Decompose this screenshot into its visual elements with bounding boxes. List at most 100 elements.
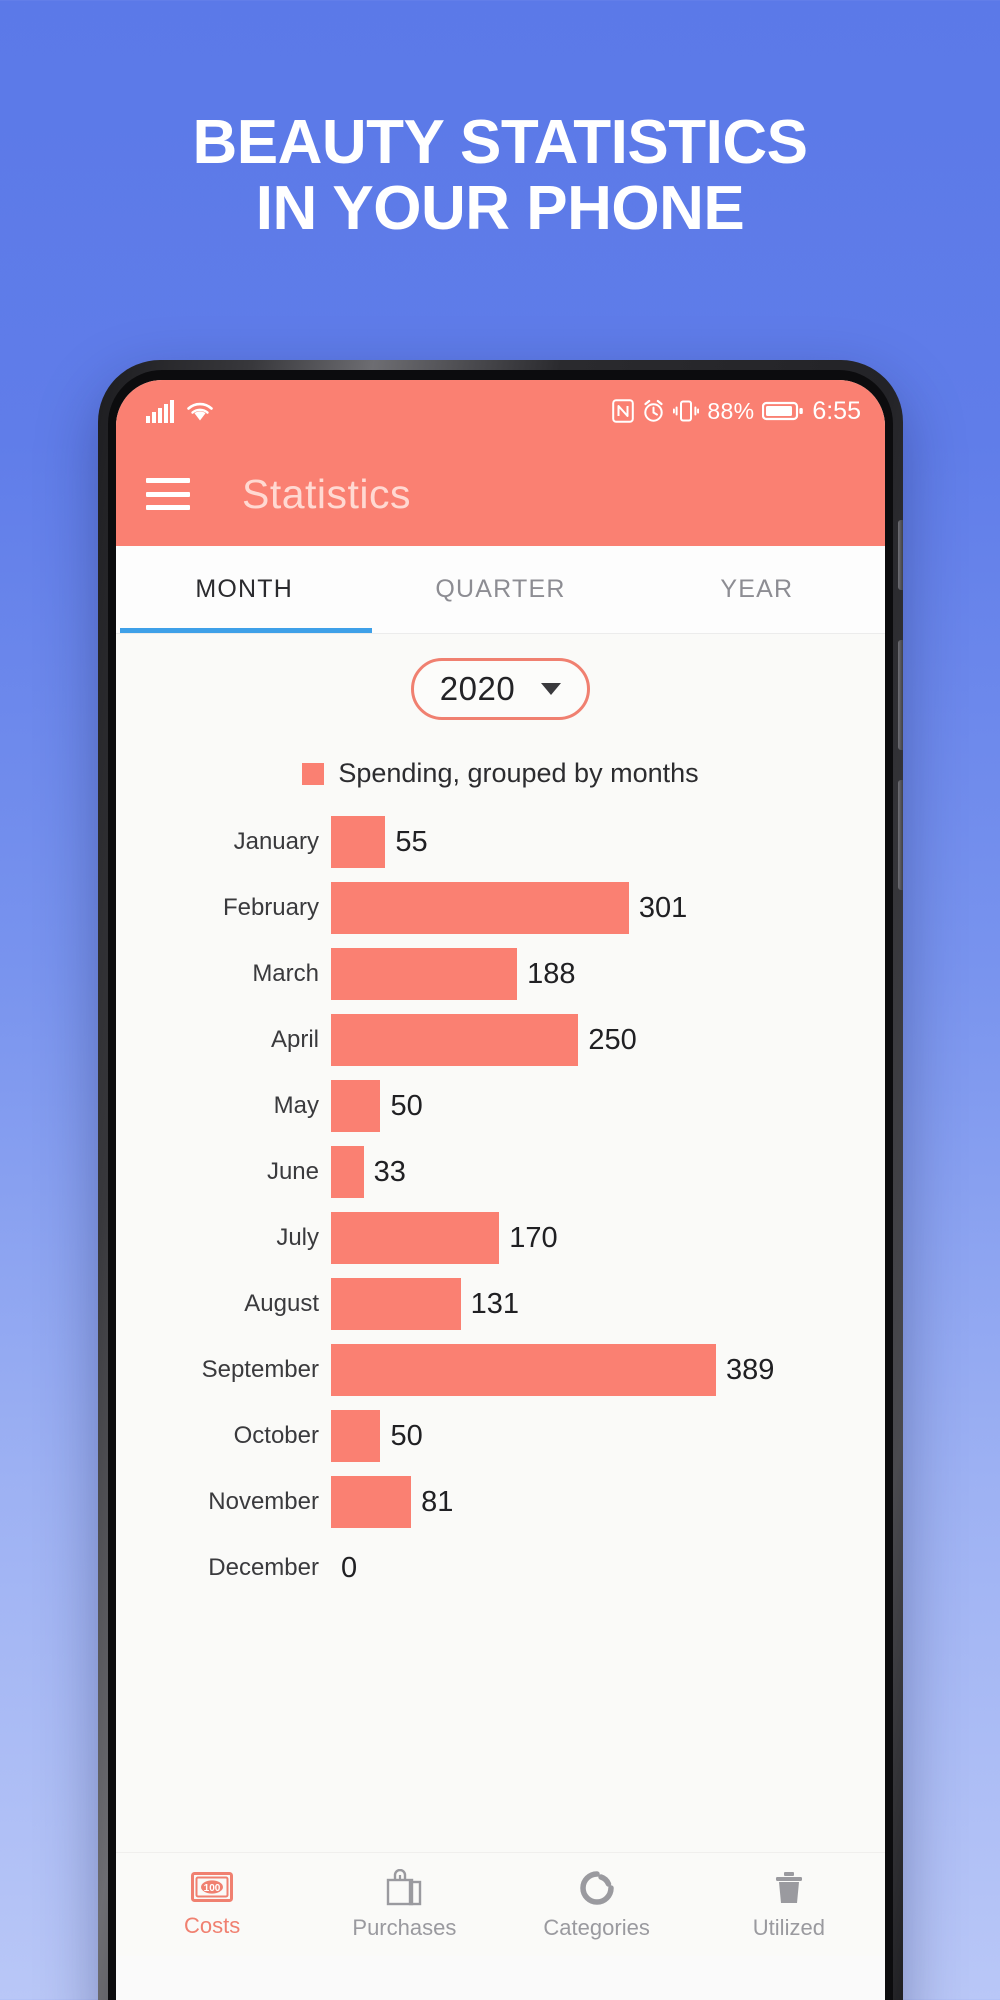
tab-quarter[interactable]: QUARTER <box>372 546 628 633</box>
bar-category-label: July <box>276 1224 319 1251</box>
status-bar: 88% 6:55 <box>116 380 885 442</box>
bar-row: December 0 <box>116 1535 885 1601</box>
promo-headline: BEAUTY STATISTICS IN YOUR PHONE <box>0 110 1000 241</box>
bar-track: 55 <box>331 809 885 875</box>
bar-fill[interactable] <box>331 948 518 1000</box>
page-title: Statistics <box>242 470 412 517</box>
year-selector-row: 2020 <box>116 634 885 720</box>
phone-device: 88% 6:55 Statistics MONTH QUARTER YEAR 2… <box>98 360 903 2000</box>
bar-category-label: March <box>252 960 319 987</box>
bar-row: May 50 <box>116 1073 885 1139</box>
bar-track: 50 <box>331 1403 885 1469</box>
svg-text:100: 100 <box>204 1883 221 1894</box>
promo-headline-line-2: IN YOUR PHONE <box>255 173 745 243</box>
bar-track: 170 <box>331 1205 885 1271</box>
tab-year[interactable]: YEAR <box>629 546 885 633</box>
bar-category-label: June <box>266 1158 319 1185</box>
bar-category-label: April <box>270 1026 319 1053</box>
bar-value-label: 0 <box>341 1551 358 1584</box>
bar-row: June 33 <box>116 1139 885 1205</box>
battery-percent-label: 88% <box>707 397 755 424</box>
bar-category-label: August <box>244 1290 319 1317</box>
bar-category-label: February <box>222 894 319 921</box>
bar-row: October 50 <box>116 1403 885 1469</box>
bar-category-label: May <box>273 1092 319 1119</box>
nav-label-categories: Categories <box>543 1914 650 1940</box>
bar-value-label: 33 <box>373 1155 406 1188</box>
hamburger-menu-icon[interactable] <box>146 478 190 510</box>
bar-row: September 389 <box>116 1337 885 1403</box>
nav-label-purchases: Purchases <box>352 1914 457 1940</box>
bar-fill[interactable] <box>331 882 629 934</box>
nfc-icon <box>612 399 635 423</box>
bar-track: 81 <box>331 1469 885 1535</box>
bar-track: 188 <box>331 941 885 1007</box>
bar-row: July 170 <box>116 1205 885 1271</box>
legend-swatch <box>302 762 325 785</box>
bar-row: January 55 <box>116 809 885 875</box>
phone-volume-up-button[interactable] <box>898 640 903 750</box>
bar-fill[interactable] <box>331 1344 716 1396</box>
bar-fill[interactable] <box>331 1212 500 1264</box>
nav-item-categories[interactable]: Categories <box>501 1869 693 1941</box>
bar-track: 33 <box>331 1139 885 1205</box>
bar-category-label: January <box>233 828 319 855</box>
shopping-bag-icon <box>384 1868 424 1907</box>
bar-track: 389 <box>331 1337 885 1403</box>
bar-value-label: 50 <box>390 1419 423 1452</box>
vibrate-icon <box>673 399 700 423</box>
bar-track: 131 <box>331 1271 885 1337</box>
nav-item-costs[interactable]: 100 Costs <box>116 1871 308 1939</box>
phone-screen: 88% 6:55 Statistics MONTH QUARTER YEAR 2… <box>116 380 885 2000</box>
year-dropdown[interactable]: 2020 <box>410 658 591 720</box>
statistics-content: 2020 Spending, grouped by months January… <box>116 634 885 1956</box>
signal-bars-icon <box>146 399 176 423</box>
nav-label-costs: Costs <box>184 1912 241 1938</box>
pie-chart-icon <box>577 1869 617 1907</box>
banknote-100-icon: 100 <box>191 1871 234 1905</box>
bar-row: August 131 <box>116 1271 885 1337</box>
status-bar-clock: 6:55 <box>812 396 861 425</box>
trash-bin-icon <box>771 1869 807 1907</box>
bar-value-label: 301 <box>638 891 688 924</box>
chevron-down-icon <box>541 683 562 695</box>
bar-value-label: 389 <box>726 1353 775 1386</box>
alarm-clock-icon <box>642 399 665 423</box>
nav-item-purchases[interactable]: Purchases <box>308 1868 500 1941</box>
promo-headline-line-1: BEAUTY STATISTICS <box>192 108 808 177</box>
bar-fill[interactable] <box>331 1278 461 1330</box>
bar-row: April 250 <box>116 1007 885 1073</box>
app-bar: Statistics <box>116 442 885 546</box>
bar-value-label: 188 <box>527 957 576 990</box>
tab-month[interactable]: MONTH <box>116 546 372 633</box>
nav-label-utilized: Utilized <box>752 1914 825 1940</box>
tab-active-indicator <box>120 628 372 633</box>
bar-fill[interactable] <box>331 1146 364 1198</box>
chart-legend: Spending, grouped by months <box>116 758 885 789</box>
bar-row: March 188 <box>116 941 885 1007</box>
spending-bar-chart: January 55 February 301 March 188 April 250 May 5… <box>116 809 885 1601</box>
bar-category-label: November <box>208 1488 319 1515</box>
bar-category-label: September <box>201 1356 319 1383</box>
bar-track: 50 <box>331 1073 885 1139</box>
bar-fill[interactable] <box>331 1476 412 1528</box>
bar-row: November 81 <box>116 1469 885 1535</box>
bar-fill[interactable] <box>331 1410 381 1462</box>
bar-fill[interactable] <box>331 1014 579 1066</box>
bar-value-label: 131 <box>470 1287 520 1320</box>
year-dropdown-value: 2020 <box>439 670 516 707</box>
tab-bar: MONTH QUARTER YEAR <box>116 546 885 634</box>
phone-volume-down-button[interactable] <box>898 780 903 890</box>
legend-label: Spending, grouped by months <box>338 758 699 788</box>
bar-value-label: 170 <box>509 1221 558 1254</box>
bar-category-label: December <box>208 1554 319 1581</box>
bar-fill[interactable] <box>331 1080 381 1132</box>
bar-value-label: 250 <box>588 1023 637 1056</box>
bar-track: 250 <box>331 1007 885 1073</box>
bar-value-label: 50 <box>390 1089 423 1122</box>
bar-row: February 301 <box>116 875 885 941</box>
phone-side-button-top[interactable] <box>898 520 903 590</box>
nav-item-utilized[interactable]: Utilized <box>693 1869 885 1941</box>
bar-fill[interactable] <box>331 816 386 868</box>
wifi-icon <box>185 399 215 423</box>
